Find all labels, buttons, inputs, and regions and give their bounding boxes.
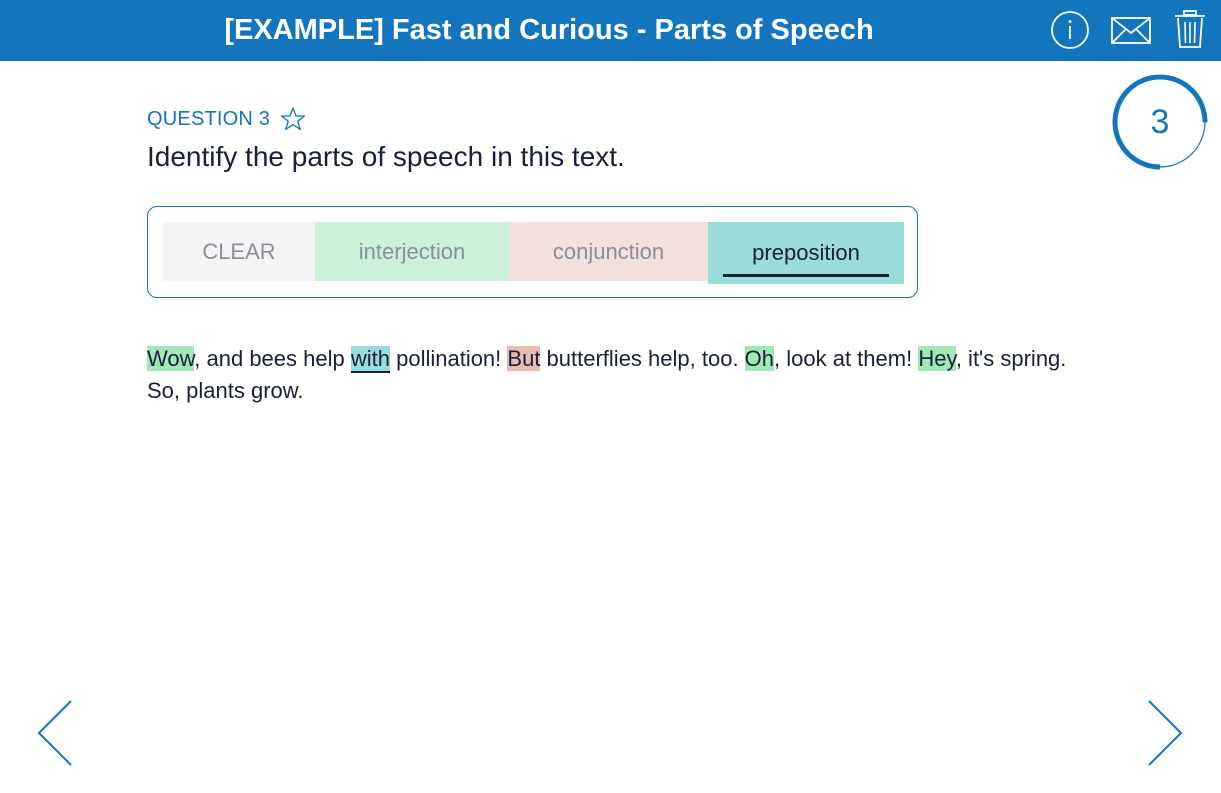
question-header: QUESTION 3 xyxy=(147,106,306,132)
word-hey[interactable]: Hey xyxy=(918,346,956,371)
question-prompt: Identify the parts of speech in this tex… xyxy=(147,141,625,172)
quiz-page: [EXAMPLE] Fast and Curious - Parts of Sp… xyxy=(0,0,1221,793)
trash-icon[interactable] xyxy=(1170,9,1210,51)
next-arrow-icon[interactable] xyxy=(1144,698,1184,768)
passage-segment[interactable]: pollination! xyxy=(390,346,507,371)
question-label: QUESTION 3 xyxy=(147,107,271,130)
preposition-option[interactable]: preposition xyxy=(708,222,904,284)
passage-segment[interactable]: , and bees help xyxy=(194,346,351,371)
word-wow[interactable]: Wow xyxy=(147,346,195,371)
clear-option[interactable]: CLEAR xyxy=(163,222,315,281)
info-icon[interactable] xyxy=(1049,9,1091,51)
header-bar: [EXAMPLE] Fast and Curious - Parts of Sp… xyxy=(0,0,1221,61)
passage-segment[interactable]: , look at them! xyxy=(774,346,918,371)
mail-icon[interactable] xyxy=(1110,9,1152,51)
word-oh[interactable]: Oh xyxy=(744,346,775,371)
conjunction-option-label: conjunction xyxy=(552,238,665,264)
preposition-option-label: preposition xyxy=(752,240,860,265)
progress-ring: 3 xyxy=(1110,72,1210,172)
passage-segment[interactable]: butterflies help, too. xyxy=(540,346,744,371)
interjection-option[interactable]: interjection xyxy=(315,222,509,281)
clear-option-label: CLEAR xyxy=(202,238,276,264)
interjection-option-label: interjection xyxy=(358,238,466,264)
passage-text: Wow, and bees help with pollination! But… xyxy=(147,343,1067,407)
question-number: 3 xyxy=(1150,103,1170,141)
part-of-speech-selector: CLEAR interjection conjunction prepositi… xyxy=(147,206,918,298)
conjunction-option[interactable]: conjunction xyxy=(509,222,708,281)
previous-arrow-icon[interactable] xyxy=(36,698,76,768)
word-but[interactable]: But xyxy=(507,346,541,371)
word-with[interactable]: with xyxy=(350,346,390,373)
page-title: [EXAMPLE] Fast and Curious - Parts of Sp… xyxy=(224,14,874,46)
star-icon[interactable] xyxy=(280,106,306,132)
selected-underline xyxy=(723,274,889,277)
